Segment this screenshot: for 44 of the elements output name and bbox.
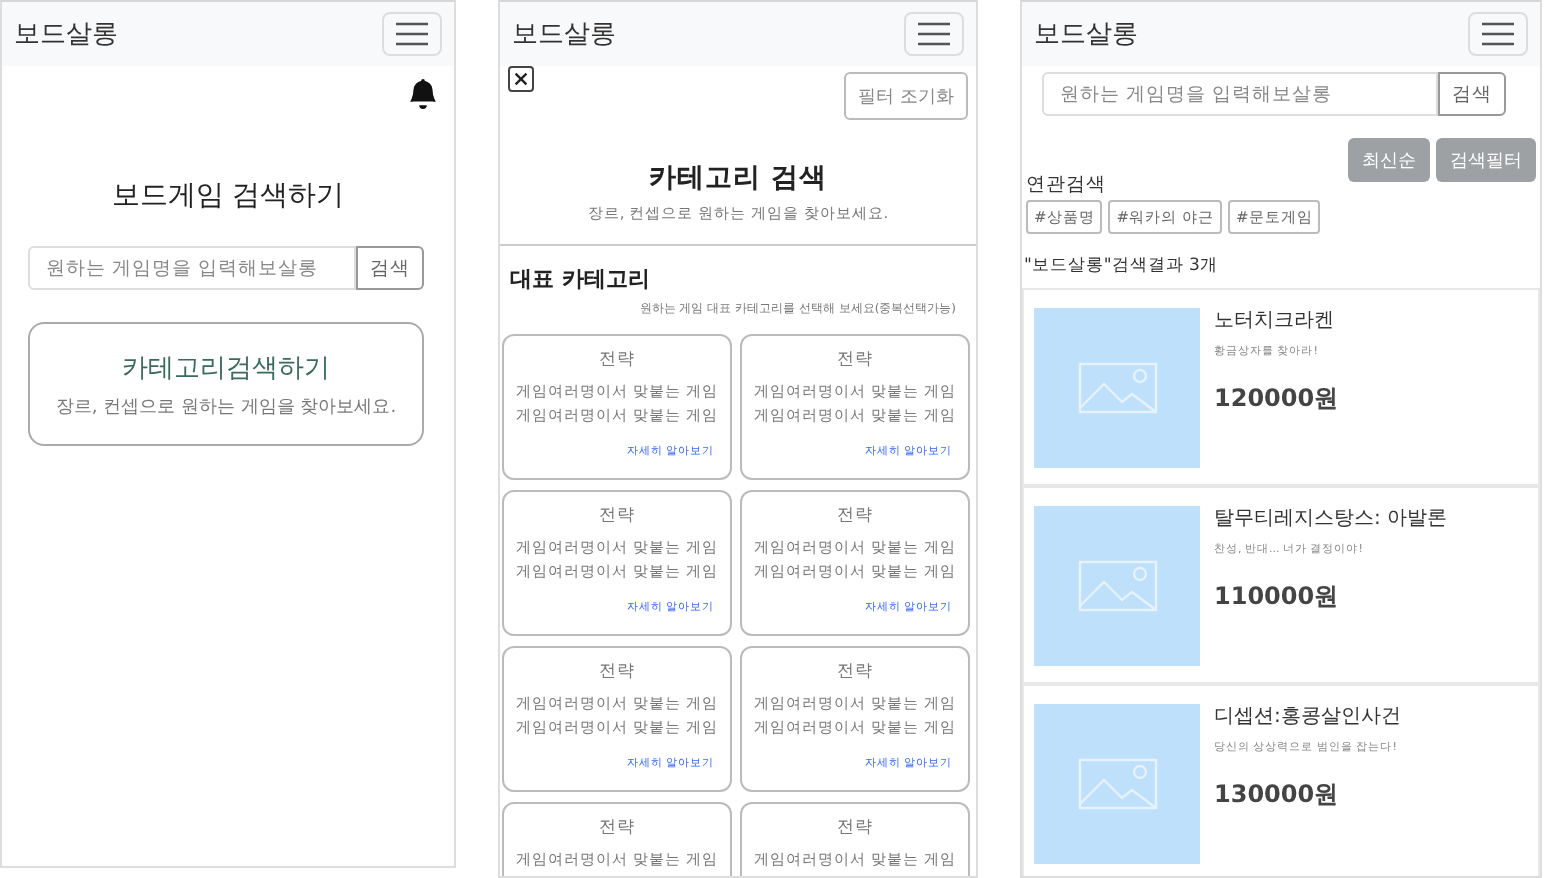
brand-link[interactable]: 보드살롱 [14, 16, 118, 52]
result-count: "보드살롱"검색결과 3개 [1024, 254, 1220, 278]
related-label: 연관검색 [1026, 172, 1108, 198]
image-icon [1077, 758, 1157, 810]
card-title: 전략 [837, 504, 873, 528]
search-field[interactable]: 원하는 게임명을 입력해보살롱 [28, 246, 356, 290]
card-title: 카테고리검색하기 [122, 351, 330, 385]
close-icon [512, 70, 530, 88]
menu-button[interactable] [1468, 12, 1528, 56]
card-title: 전략 [599, 660, 635, 684]
card-title: 전략 [599, 348, 635, 372]
game-title: 디셉션:홍콩살인사건 [1214, 704, 1401, 730]
search-field[interactable]: 원하는 게임명을 입력해보살롱 [1042, 72, 1438, 116]
section-title: 대표 카테고리 [510, 264, 652, 294]
game-price: 120000원 [1214, 382, 1339, 416]
menu-button[interactable] [904, 12, 964, 56]
reset-filter-button[interactable]: 필터 조기화 [844, 72, 968, 120]
search-button[interactable]: 검색 [1438, 72, 1506, 116]
brand-link[interactable]: 보드살롱 [1034, 16, 1138, 52]
sort-button[interactable]: 최신순 [1348, 138, 1430, 182]
search-button[interactable]: 검색 [356, 246, 424, 290]
image-icon [1077, 362, 1157, 414]
game-title: 노터치크라켄 [1214, 308, 1336, 334]
brand-link[interactable]: 보드살롱 [512, 16, 616, 52]
menu-icon [1482, 22, 1514, 46]
card-title: 전략 [599, 816, 635, 840]
image-icon [1077, 560, 1157, 612]
bell-icon [408, 78, 438, 110]
game-price: 130000원 [1214, 778, 1341, 812]
page-heading: 보드게임 검색하기 [109, 178, 347, 214]
card-subtitle: 장르, 컨셉으로 원하는 게임을 찾아보세요. [55, 395, 397, 419]
menu-icon [918, 22, 950, 46]
sort-button[interactable]: 검색필터 [1436, 138, 1536, 182]
card-title: 전략 [837, 348, 873, 372]
game-title: 탈무티레지스탕스: 아발론 [1214, 506, 1448, 532]
menu-icon [396, 22, 428, 46]
card-title: 전략 [837, 660, 873, 684]
card-title: 전략 [599, 504, 635, 528]
menu-button[interactable] [382, 12, 442, 56]
card-title: 전략 [837, 816, 873, 840]
page-heading: 카테고리 검색 [647, 160, 829, 196]
close-button[interactable] [508, 66, 534, 92]
category-search-card[interactable]: 카테고리검색하기 장르, 컨셉으로 원하는 게임을 찾아보세요. [28, 322, 424, 446]
game-price: 110000원 [1214, 580, 1341, 614]
